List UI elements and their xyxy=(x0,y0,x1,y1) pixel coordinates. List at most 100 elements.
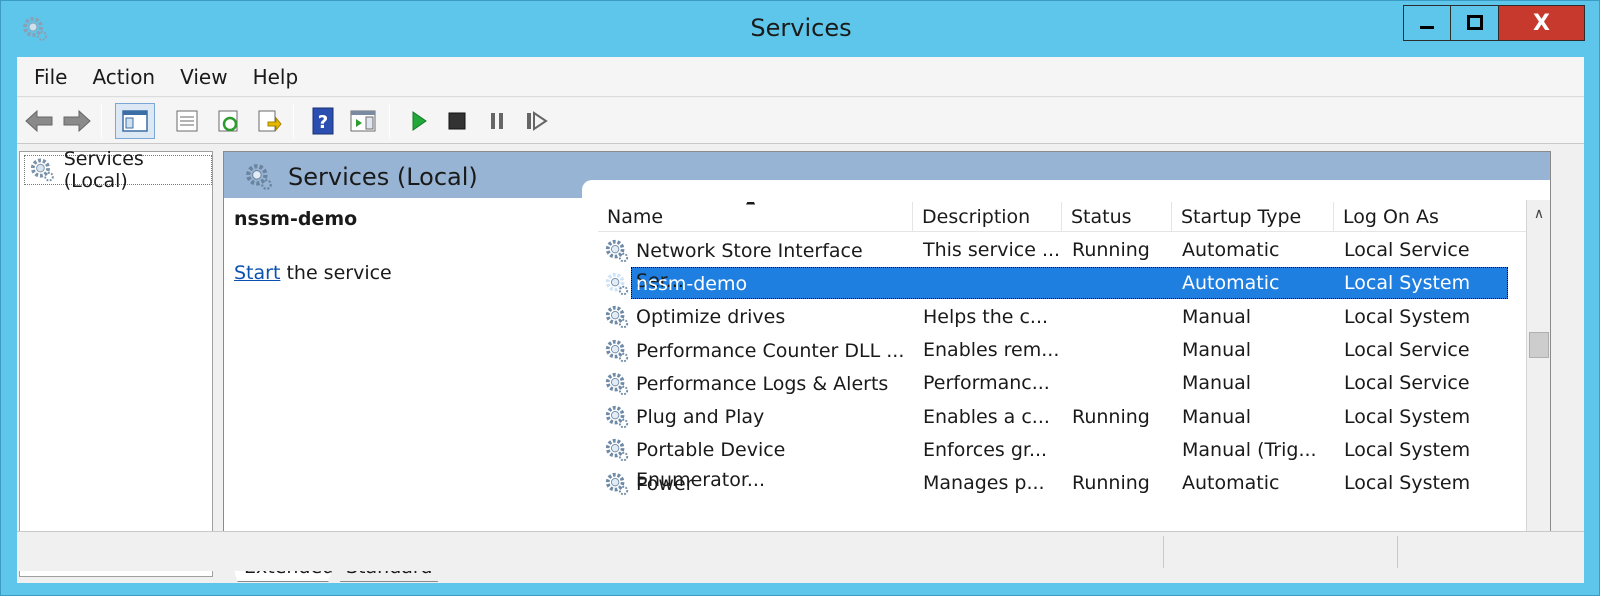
service-status: Running xyxy=(1072,472,1150,495)
menu-action[interactable]: Action xyxy=(81,65,169,89)
forward-button[interactable] xyxy=(61,105,93,137)
service-startup-type: Manual xyxy=(1182,339,1252,362)
help-icon: ? xyxy=(312,107,334,135)
service-log-on-as: Local System xyxy=(1344,472,1471,495)
cell-name: Portable Device Enumerator... xyxy=(598,434,913,491)
close-button[interactable]: X xyxy=(1499,5,1585,41)
table-row[interactable]: Performance Logs & Alerts Performanc... Ma… xyxy=(598,367,1526,400)
export-list-button[interactable] xyxy=(253,105,285,137)
service-gear-icon xyxy=(605,239,629,262)
service-gear-icon xyxy=(605,372,629,395)
cell-name: nssm-demo xyxy=(598,267,913,300)
help-button[interactable]: ? xyxy=(307,105,339,137)
cell-name: Network Store Interface Ser... xyxy=(598,234,913,292)
minimize-button[interactable] xyxy=(1403,5,1451,41)
toolbar: ? xyxy=(17,98,1584,144)
table-row[interactable]: Performance Counter DLL ... Enables rem..… xyxy=(598,334,1526,367)
back-button[interactable] xyxy=(23,105,55,137)
service-status: Running xyxy=(1072,405,1150,428)
show-hide-console-tree-button[interactable] xyxy=(115,103,155,139)
maximize-button[interactable] xyxy=(1451,5,1499,41)
cell-name: Power xyxy=(598,467,913,500)
service-description: This service ... xyxy=(923,239,1061,262)
cell-name: Plug and Play xyxy=(598,401,913,434)
menu-bar: File Action View Help xyxy=(17,57,1584,97)
column-header-name[interactable]: Name ▲ xyxy=(598,202,913,232)
start-service-button[interactable] xyxy=(403,105,435,137)
tree-node-services-local[interactable]: Services (Local) xyxy=(24,148,212,192)
list-header: Name ▲ Description Status Startup Type L… xyxy=(598,202,1526,232)
table-row[interactable]: nssm-demo Automatic Local System xyxy=(598,267,1526,300)
table-row[interactable]: Optimize drives Helps the c... Manual Local… xyxy=(598,301,1526,334)
status-bar xyxy=(17,531,1584,571)
table-row[interactable]: Portable Device Enumerator... Enforces gr… xyxy=(598,434,1526,491)
column-header-status[interactable]: Status xyxy=(1062,202,1172,232)
service-startup-type: Manual xyxy=(1182,405,1252,428)
service-description: Helps the c... xyxy=(923,305,1049,328)
resume-service-button[interactable] xyxy=(521,105,553,137)
vertical-scrollbar[interactable]: ∧ ∨ xyxy=(1526,200,1550,550)
service-startup-type: Manual (Trig... xyxy=(1182,438,1317,461)
pane-title-group: Services (Local) xyxy=(244,162,478,192)
scrollbar-thumb[interactable] xyxy=(1529,332,1549,358)
column-header-description[interactable]: Description xyxy=(913,202,1062,232)
service-name: Performance Logs & Alerts xyxy=(636,372,889,395)
refresh-button[interactable] xyxy=(213,105,245,137)
service-log-on-as: Local System xyxy=(1344,438,1471,461)
table-row[interactable]: Power Manages p... Running Automatic Local S… xyxy=(598,467,1526,500)
service-name: Power xyxy=(636,472,694,495)
menu-file[interactable]: File xyxy=(17,65,81,89)
service-description: Performanc... xyxy=(923,372,1050,395)
status-divider xyxy=(1163,536,1164,568)
refresh-icon xyxy=(218,110,238,132)
column-header-startup-type[interactable]: Startup Type xyxy=(1172,202,1334,232)
minimize-icon xyxy=(1420,26,1434,29)
pause-service-button[interactable] xyxy=(481,105,513,137)
window-title: Services xyxy=(750,14,852,42)
resume-service-icon xyxy=(527,111,548,131)
service-gear-icon xyxy=(605,339,629,362)
stop-service-icon xyxy=(448,112,466,130)
service-startup-type: Automatic xyxy=(1182,272,1280,295)
service-log-on-as: Local Service xyxy=(1344,339,1470,362)
start-service-link[interactable]: Start xyxy=(234,262,280,284)
table-row[interactable]: Network Store Interface Ser... This servi… xyxy=(598,234,1526,292)
maximize-icon xyxy=(1466,15,1483,30)
console-tree: Services (Local) xyxy=(19,148,213,577)
service-name: Network Store Interface Ser... xyxy=(636,239,863,292)
service-gear-icon xyxy=(605,472,629,495)
service-log-on-as: Local System xyxy=(1344,272,1471,295)
services-list[interactable]: Name ▲ Description Status Startup Type L… xyxy=(598,198,1526,550)
services-gear-icon xyxy=(246,164,272,190)
service-action-suffix: the service xyxy=(280,262,392,284)
service-status xyxy=(1062,434,1172,467)
sort-ascending-icon: ▲ xyxy=(746,202,755,205)
service-name: nssm-demo xyxy=(636,272,748,295)
scroll-up-icon[interactable]: ∧ xyxy=(1527,202,1551,226)
header-notch xyxy=(582,180,1550,198)
window-controls: X xyxy=(1403,5,1585,43)
tree-node-label: Services (Local) xyxy=(63,148,144,192)
service-gear-icon xyxy=(605,439,629,462)
service-startup-type: Manual xyxy=(1182,305,1252,328)
stop-service-button[interactable] xyxy=(441,105,473,137)
service-name: Plug and Play xyxy=(636,406,765,429)
svg-text:?: ? xyxy=(318,112,328,133)
column-header-log-on-as[interactable]: Log On As xyxy=(1334,202,1509,232)
service-log-on-as: Local System xyxy=(1344,305,1471,328)
client-area: File Action View Help ? Services (Local)… xyxy=(17,57,1584,583)
pause-service-icon xyxy=(491,113,503,129)
service-status: Running xyxy=(1072,239,1150,262)
service-log-on-as: Local Service xyxy=(1344,372,1470,395)
service-gear-icon xyxy=(605,272,629,296)
menu-view[interactable]: View xyxy=(169,65,241,89)
properties-button[interactable] xyxy=(171,105,203,137)
table-row[interactable]: Plug and Play Enables a c... Running Manual… xyxy=(598,400,1526,433)
title-bar[interactable]: Services X xyxy=(1,1,1599,57)
services-gear-icon xyxy=(30,158,54,182)
menu-help[interactable]: Help xyxy=(242,65,313,89)
show-hide-action-pane-button[interactable] xyxy=(347,105,379,137)
service-description: Manages p... xyxy=(923,472,1045,495)
service-status xyxy=(1062,367,1172,400)
cell-name: Optimize drives xyxy=(598,301,913,334)
